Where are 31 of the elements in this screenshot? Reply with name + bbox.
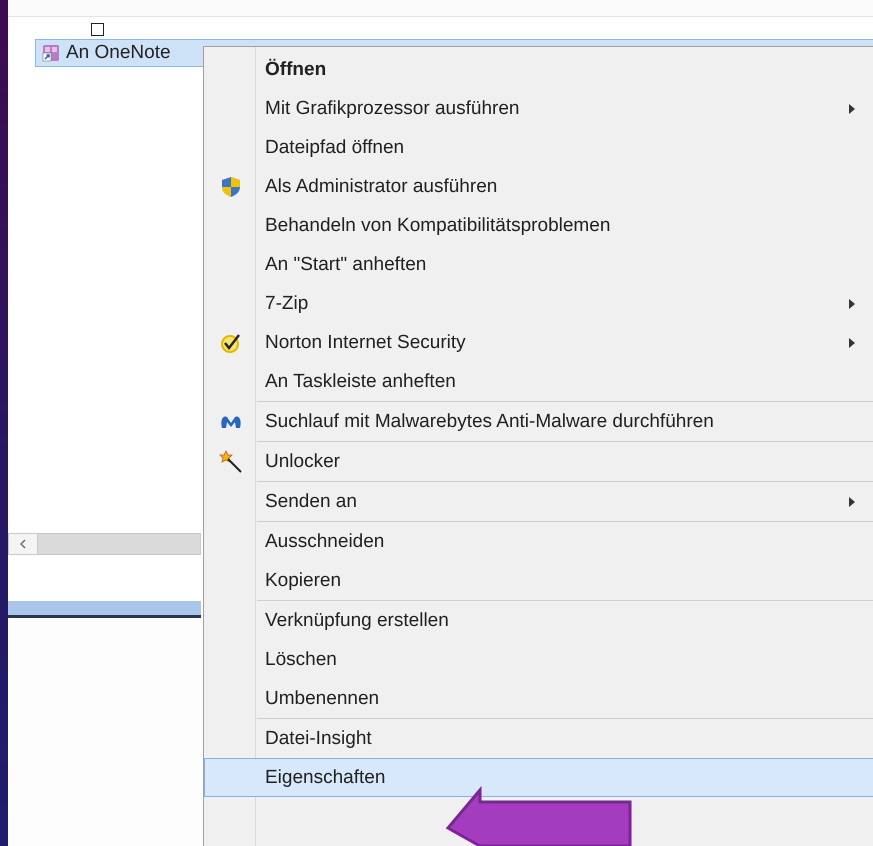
menu-item[interactable]: Ausschneiden bbox=[204, 522, 873, 561]
submenu-arrow-icon bbox=[849, 496, 855, 506]
menu-item[interactable]: An Taskleiste anheften bbox=[204, 362, 873, 401]
menu-item[interactable]: Dateipfad öffnen bbox=[204, 128, 873, 167]
shield-icon bbox=[221, 176, 241, 198]
menu-item[interactable]: Mit Grafikprozessor ausführen bbox=[204, 89, 873, 128]
menu-item[interactable]: Verknüpfung erstellen bbox=[204, 601, 873, 640]
menu-item[interactable]: Behandeln von Kompatibilitätsproblemen bbox=[204, 206, 873, 245]
horizontal-scrollbar[interactable] bbox=[8, 533, 201, 555]
m-logo-icon bbox=[220, 414, 242, 430]
submenu-arrow-icon bbox=[849, 338, 855, 348]
checkmark-icon bbox=[220, 332, 242, 354]
menu-item[interactable]: Als Administrator ausführen bbox=[204, 167, 873, 206]
submenu-arrow-icon bbox=[849, 104, 855, 114]
checkbox[interactable] bbox=[91, 23, 104, 36]
menu-item[interactable]: Öffnen bbox=[204, 50, 873, 89]
scroll-left-icon[interactable] bbox=[9, 534, 38, 554]
menu-item[interactable]: Senden an bbox=[204, 482, 873, 521]
menu-item[interactable]: Norton Internet Security bbox=[204, 323, 873, 362]
menu-item[interactable]: Eigenschaften bbox=[204, 758, 873, 797]
menu-item[interactable]: Umbenennen bbox=[204, 679, 873, 718]
menu-item[interactable]: Suchlauf mit Malwarebytes Anti-Malware durchführen bbox=[204, 402, 873, 441]
magic-wand-icon bbox=[219, 450, 243, 474]
menu-item[interactable]: 7-Zip bbox=[204, 284, 873, 323]
shortcut-file-icon bbox=[42, 44, 60, 62]
menu-item[interactable]: An "Start" anheften bbox=[204, 245, 873, 284]
menu-item[interactable]: Löschen bbox=[204, 640, 873, 679]
menu-item[interactable]: Unlocker bbox=[204, 442, 873, 481]
menu-item[interactable]: Kopieren bbox=[204, 561, 873, 600]
menu-item[interactable]: Datei-Insight bbox=[204, 719, 873, 758]
submenu-arrow-icon bbox=[849, 298, 855, 308]
